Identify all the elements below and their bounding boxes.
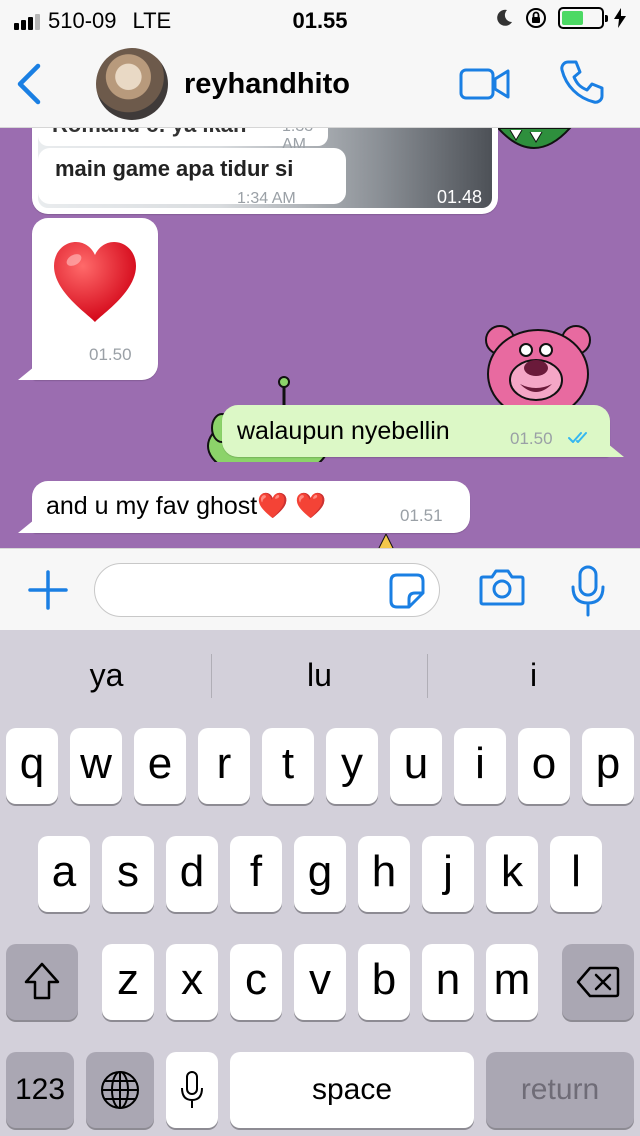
key-h[interactable]: h [358,836,410,912]
suggestion-2[interactable]: lu [213,630,426,720]
moon-icon [497,9,512,26]
microphone-icon [181,1071,203,1108]
key-i[interactable]: i [454,728,506,804]
key-q[interactable]: q [6,728,58,804]
cut-off-text: Romand c: ya ikan [52,128,246,138]
key-e[interactable]: e [134,728,186,804]
key-l[interactable]: l [550,836,602,912]
key-v[interactable]: v [294,944,346,1020]
phone-call-icon[interactable] [558,58,606,106]
plus-icon[interactable] [28,570,68,610]
key-u[interactable]: u [390,728,442,804]
monster-sticker [496,128,572,149]
reply-message-bubble[interactable]: Romand c: ya ikan 1:33 AM main game apa … [32,128,498,214]
bubble-tail [18,362,40,380]
space-key[interactable]: space [230,1052,474,1128]
key-g[interactable]: g [294,836,346,912]
bubble-tail [18,515,40,533]
suggestion-3[interactable]: i [427,630,640,720]
key-p[interactable]: p [582,728,634,804]
contact-name[interactable]: reyhandhito [184,68,350,101]
dictation-key[interactable] [166,1052,218,1128]
heart-message-bubble[interactable]: 01.50 [18,218,158,380]
chat-area[interactable]: Romand c: ya ikan 1:33 AM main game apa … [0,128,640,548]
incoming-message-bubble[interactable]: and u my fav ghost❤️ ❤️ 01.51 [18,481,470,533]
status-bar: 510-09 LTE 01.55 [0,0,640,40]
backspace-icon [576,966,620,998]
message-input[interactable] [94,563,440,617]
message-input-bar [0,548,640,630]
key-f[interactable]: f [230,836,282,912]
key-n[interactable]: n [422,944,474,1020]
globe-key[interactable] [86,1052,154,1128]
message-time: 01.51 [400,506,443,525]
outgoing-message-bubble[interactable]: walaupun nyebellin 01.50 [222,405,624,457]
numbers-key[interactable]: 123 [6,1052,74,1128]
read-receipt-icon [568,432,587,443]
rotation-lock-icon [526,8,546,28]
key-t[interactable]: t [262,728,314,804]
key-a[interactable]: a [38,836,90,912]
key-b[interactable]: b [358,944,410,1020]
key-s[interactable]: s [102,836,154,912]
globe-icon [101,1071,139,1109]
key-c[interactable]: c [230,944,282,1020]
quoted-time: 1:34 AM [237,190,296,207]
sticker-icon[interactable] [389,573,425,609]
suggestion-1[interactable]: ya [0,630,213,720]
video-call-icon[interactable] [458,66,512,102]
key-x[interactable]: x [166,944,218,1020]
quoted-bubble: main game apa tidur si 1:34 AM [38,148,346,207]
heart-emoji [54,242,136,322]
shift-icon [24,962,60,1000]
key-d[interactable]: d [166,836,218,912]
key-j[interactable]: j [422,836,474,912]
alien-antenna-sticker [378,534,394,548]
delete-key[interactable] [562,944,634,1020]
message-time: 01.50 [89,345,132,364]
key-y[interactable]: y [326,728,378,804]
message-time: 01.50 [510,429,553,448]
key-z[interactable]: z [102,944,154,1020]
message-text: walaupun nyebellin [237,417,450,445]
charging-bolt-icon [614,8,626,28]
key-m[interactable]: m [486,944,538,1020]
quoted-text: main game apa tidur si [55,156,294,181]
bear-sticker [485,325,591,412]
return-key[interactable]: return [486,1052,634,1128]
key-o[interactable]: o [518,728,570,804]
key-k[interactable]: k [486,836,538,912]
microphone-icon[interactable] [570,565,606,617]
message-text: and u my fav ghost❤️ ❤️ [46,492,327,520]
suggestion-divider [211,654,212,698]
battery-icon [558,7,608,29]
chat-header: reyhandhito [0,40,640,128]
keyboard: ya lu i qwertyuiop asdfghjkl zxcvbnm 123… [0,630,640,1136]
bubble-tail [602,439,624,457]
back-icon[interactable] [14,62,44,106]
cut-off-bubble: Romand c: ya ikan 1:33 AM [38,128,328,153]
key-r[interactable]: r [198,728,250,804]
camera-icon[interactable] [479,567,525,607]
shift-key[interactable] [6,944,78,1020]
reply-time: 01.48 [436,187,482,207]
key-w[interactable]: w [70,728,122,804]
contact-avatar[interactable] [96,48,168,120]
